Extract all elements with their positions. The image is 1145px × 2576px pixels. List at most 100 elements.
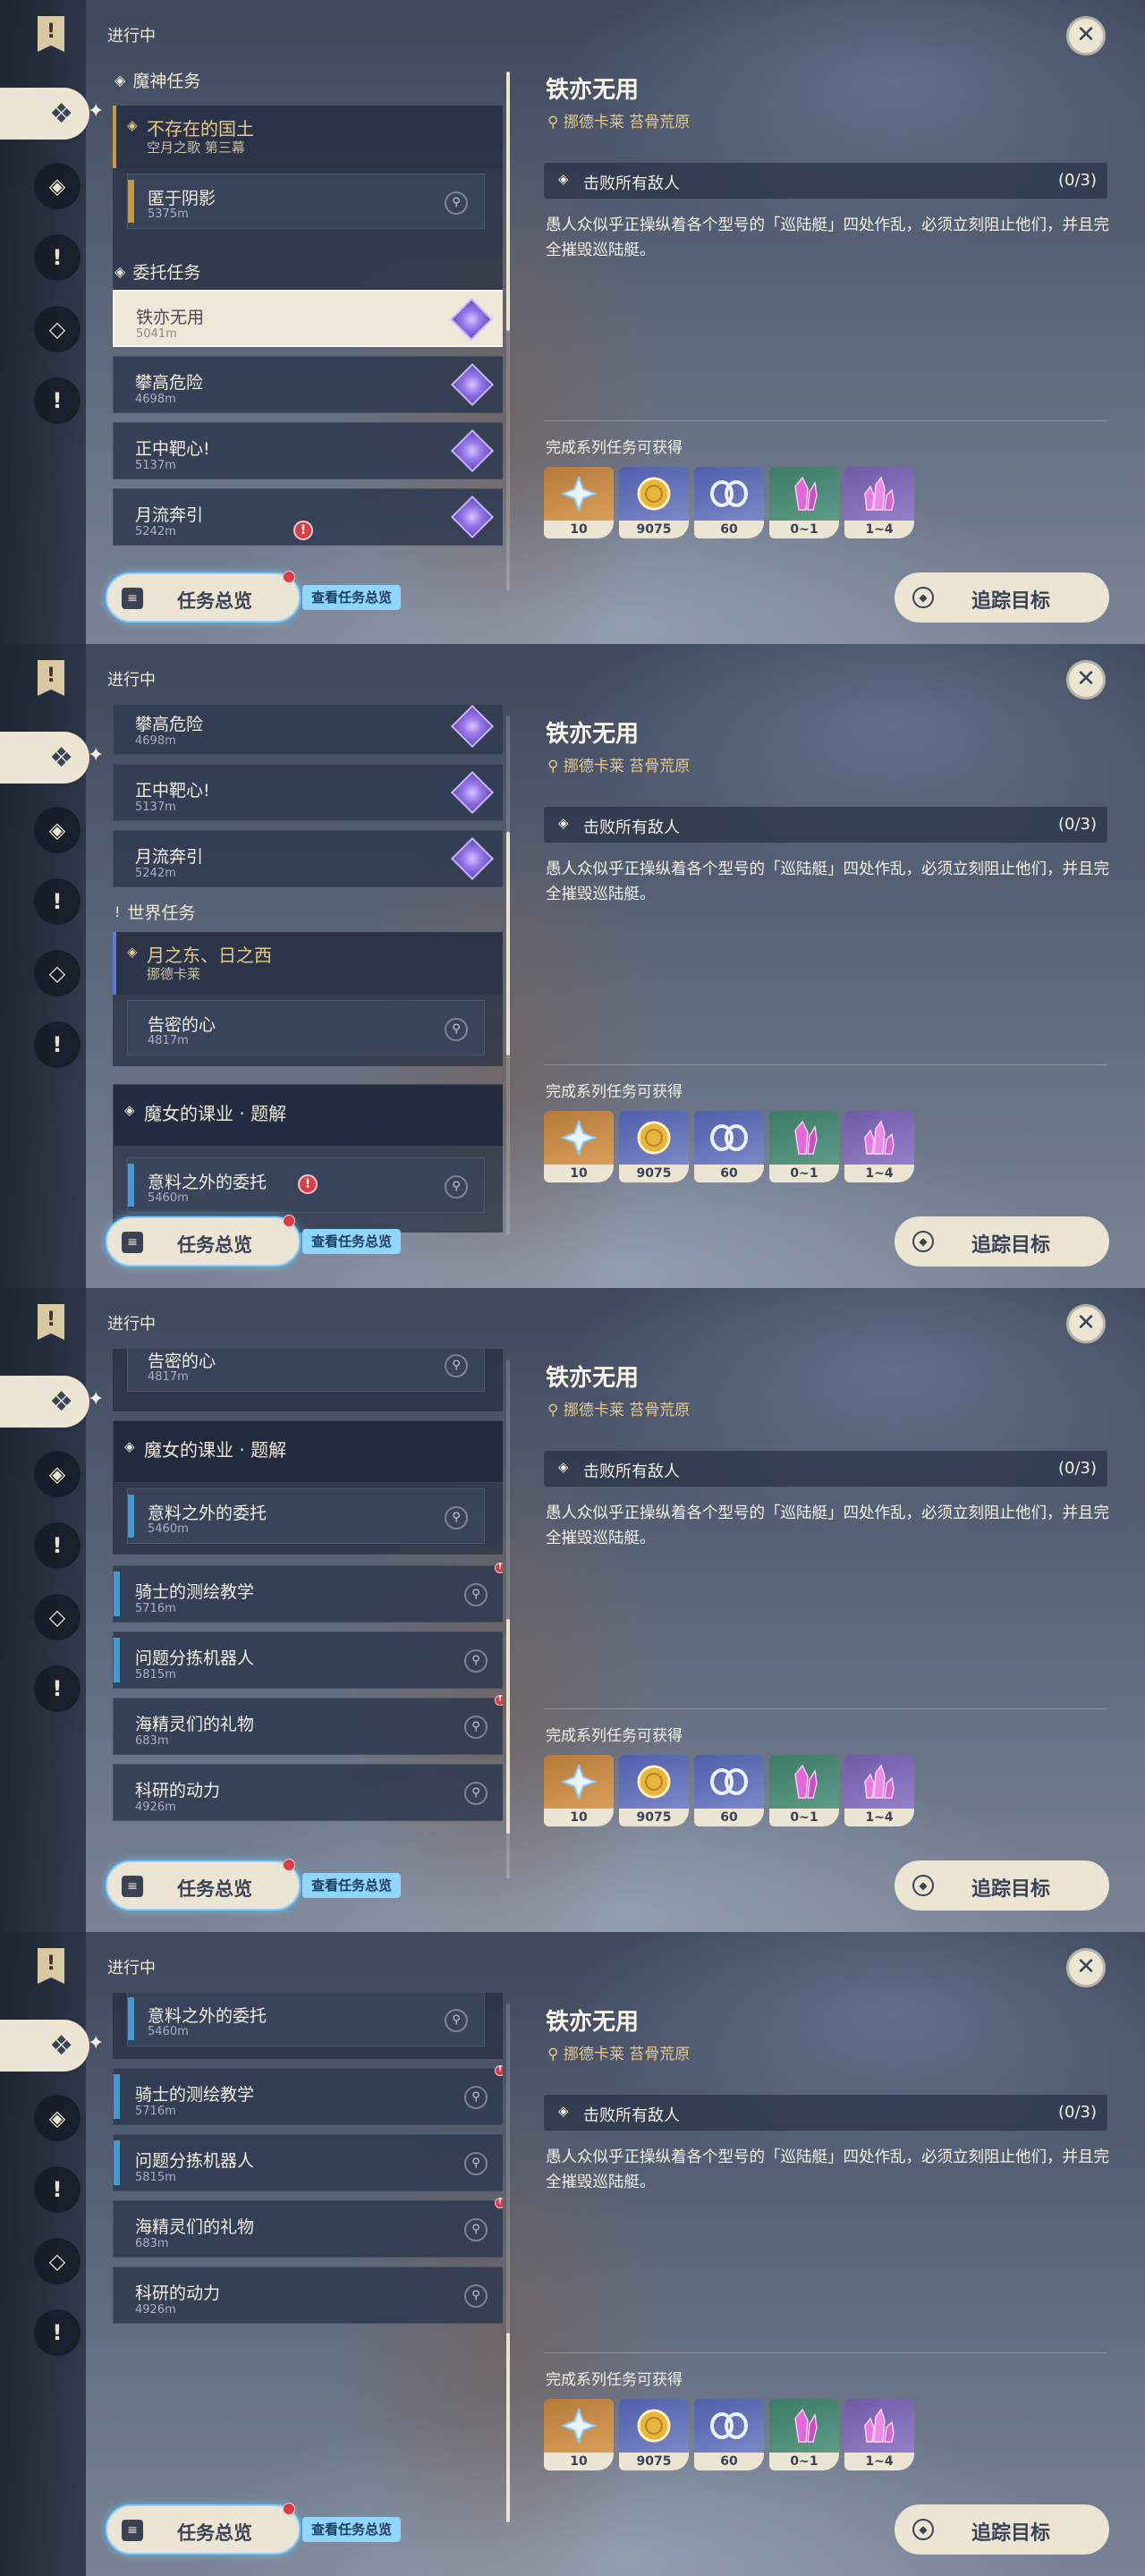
reward-primogem[interactable]: 10: [544, 2399, 614, 2470]
reward-crystal[interactable]: 0~1: [769, 2399, 839, 2470]
location-pin-icon[interactable]: ⚲: [445, 191, 468, 215]
world-quest-spirit[interactable]: 海精灵们的礼物 683m ⚲ !: [113, 2198, 503, 2258]
reward-crystal[interactable]: 0~1: [769, 1755, 839, 1826]
reward-mora[interactable]: 9075: [619, 1755, 689, 1826]
rail-archon-icon[interactable]: ◈: [34, 807, 81, 853]
reward-primogem[interactable]: 10: [544, 467, 614, 538]
quest-overview-button[interactable]: ≡ 任务总览: [106, 1859, 301, 1911]
quest-list[interactable]: 告密的心 4817m ⚲ ◈ 魔女的课业 · 题解 意料之外的委托 5460m …: [106, 1349, 503, 1877]
scroll-thumb[interactable]: [506, 2333, 510, 2522]
rail-archon-icon[interactable]: ◈: [34, 163, 81, 209]
world-quest-robot[interactable]: 问题分拣机器人 5815m ⚲: [113, 1631, 503, 1689]
reward-crystal-cluster[interactable]: 1~4: [844, 2399, 914, 2470]
reward-crystal[interactable]: 0~1: [769, 467, 839, 538]
rail-story-icon[interactable]: !: [34, 2166, 81, 2213]
close-button[interactable]: ✕: [1066, 660, 1106, 699]
scroll-thumb[interactable]: [506, 72, 510, 331]
chapter-chapter_world[interactable]: ◈ 月之东、日之西 挪德卡莱: [113, 932, 503, 995]
rail-commission-icon[interactable]: ◇: [34, 1594, 81, 1640]
reward-exp[interactable]: 60: [694, 1755, 764, 1826]
rail-world-icon[interactable]: !: [34, 2309, 81, 2356]
quest-list[interactable]: 攀高危险 4698m 正中靶心! 5137m 月流奔引 5242m ! 世界任务 …: [106, 705, 503, 1233]
chapter-chapter_archon[interactable]: ◈ 不存在的国土 空月之歌 第三幕: [113, 106, 503, 168]
quest-list[interactable]: 意料之外的委托 5460m ⚲ 骑士的测绘教学 5716m ⚲ ! 问题分拣机器…: [106, 1993, 503, 2521]
location-pin-icon[interactable]: ⚲: [445, 1018, 468, 1041]
sub-quest-hide[interactable]: 匿于阴影 5375m ⚲: [127, 174, 485, 229]
world-quest-spirit[interactable]: 海精灵们的礼物 683m ⚲ !: [113, 1695, 503, 1755]
bookmark-icon[interactable]: !: [38, 16, 64, 52]
scroll-thumb[interactable]: [506, 1619, 510, 1834]
rail-story-icon[interactable]: !: [34, 1522, 81, 1569]
rail-active-tab[interactable]: ❖: [0, 2020, 89, 2072]
commission-quest-climb[interactable]: 攀高危险 4698m: [113, 705, 503, 755]
track-target-button[interactable]: ◆ 追踪目标: [895, 1860, 1109, 1911]
rail-active-tab[interactable]: ❖: [0, 88, 89, 140]
reward-primogem[interactable]: 10: [544, 1111, 614, 1182]
location-pin-icon[interactable]: ⚲: [464, 2152, 488, 2175]
track-target-button[interactable]: ◆ 追踪目标: [895, 1216, 1109, 1267]
quest-overview-button[interactable]: ≡ 任务总览: [106, 2503, 301, 2555]
rail-world-icon[interactable]: !: [34, 1665, 81, 1712]
quest-list[interactable]: ◈ 魔神任务 ◈ 不存在的国土 空月之歌 第三幕 匿于阴影 5375m ⚲ ◈ 委托…: [106, 61, 503, 589]
sub-quest-unexpected[interactable]: 意料之外的委托 5460m ⚲ !: [127, 1157, 485, 1213]
reward-crystal-cluster[interactable]: 1~4: [844, 1755, 914, 1826]
bookmark-icon[interactable]: !: [38, 1304, 64, 1340]
location-pin-icon[interactable]: ⚲: [445, 2009, 468, 2032]
rail-active-tab[interactable]: ❖: [0, 732, 89, 784]
location-pin-icon[interactable]: ⚲: [464, 2218, 488, 2241]
sub-quest-secret[interactable]: 告密的心 4817m ⚲: [127, 1000, 485, 1055]
reward-mora[interactable]: 9075: [619, 1111, 689, 1182]
rail-commission-icon[interactable]: ◇: [34, 950, 81, 996]
bookmark-icon[interactable]: !: [38, 1948, 64, 1984]
sub-quest-unexpected[interactable]: 意料之外的委托 5460m ⚲: [127, 1488, 485, 1544]
reward-crystal-cluster[interactable]: 1~4: [844, 1111, 914, 1182]
reward-crystal-cluster[interactable]: 1~4: [844, 467, 914, 538]
quest-overview-button[interactable]: ≡ 任务总览: [106, 571, 301, 623]
reward-primogem[interactable]: 10: [544, 1755, 614, 1826]
sub-quest-secret[interactable]: 告密的心 4817m ⚲: [127, 1349, 485, 1392]
overview-hint-tag[interactable]: 查看任务总览: [302, 2517, 402, 2542]
reward-mora[interactable]: 9075: [619, 2399, 689, 2470]
scroll-thumb[interactable]: [506, 832, 510, 1055]
quest-group-witch[interactable]: ◈ 魔女的课业 · 题解: [113, 1420, 503, 1483]
location-pin-icon[interactable]: ⚲: [445, 1506, 468, 1530]
commission-quest-climb[interactable]: 攀高危险 4698m: [113, 356, 503, 413]
location-pin-icon[interactable]: ⚲: [464, 1583, 488, 1606]
overview-hint-tag[interactable]: 查看任务总览: [302, 585, 402, 610]
reward-mora[interactable]: 9075: [619, 467, 689, 538]
track-target-button[interactable]: ◆ 追踪目标: [895, 2504, 1109, 2555]
commission-quest-iron[interactable]: 铁亦无用 5041m: [113, 290, 503, 347]
close-button[interactable]: ✕: [1066, 1948, 1106, 1987]
commission-quest-bull[interactable]: 正中靶心! 5137m: [113, 764, 503, 821]
rail-archon-icon[interactable]: ◈: [34, 2095, 81, 2141]
location-pin-icon[interactable]: ⚲: [464, 1716, 488, 1739]
rail-world-icon[interactable]: !: [34, 377, 81, 424]
quest-overview-button[interactable]: ≡ 任务总览: [106, 1215, 301, 1267]
overview-hint-tag[interactable]: 查看任务总览: [302, 1873, 402, 1898]
close-button[interactable]: ✕: [1066, 16, 1106, 55]
world-quest-research[interactable]: 科研的动力 4926m ⚲: [113, 2267, 503, 2324]
rail-story-icon[interactable]: !: [34, 234, 81, 281]
location-pin-icon[interactable]: ⚲: [445, 1175, 468, 1199]
sub-quest-unexpected[interactable]: 意料之外的委托 5460m ⚲: [127, 1993, 485, 2046]
rail-story-icon[interactable]: !: [34, 878, 81, 925]
overview-hint-tag[interactable]: 查看任务总览: [302, 1229, 402, 1254]
location-pin-icon[interactable]: ⚲: [464, 1649, 488, 1673]
quest-group-witch[interactable]: ◈ 魔女的课业 · 题解: [113, 1084, 503, 1147]
location-pin-icon[interactable]: ⚲: [445, 1354, 468, 1377]
rail-world-icon[interactable]: !: [34, 1021, 81, 1068]
bookmark-icon[interactable]: !: [38, 660, 64, 696]
reward-exp[interactable]: 60: [694, 2399, 764, 2470]
world-quest-knight[interactable]: 骑士的测绘教学 5716m ⚲ !: [113, 1563, 503, 1623]
reward-exp[interactable]: 60: [694, 467, 764, 538]
commission-quest-moon[interactable]: 月流奔引 5242m: [113, 830, 503, 887]
reward-exp[interactable]: 60: [694, 1111, 764, 1182]
commission-quest-bull[interactable]: 正中靶心! 5137m: [113, 422, 503, 479]
location-pin-icon[interactable]: ⚲: [464, 1782, 488, 1805]
location-pin-icon[interactable]: ⚲: [464, 2086, 488, 2109]
track-target-button[interactable]: ◆ 追踪目标: [895, 572, 1109, 623]
reward-crystal[interactable]: 0~1: [769, 1111, 839, 1182]
location-pin-icon[interactable]: ⚲: [464, 2284, 488, 2308]
rail-active-tab[interactable]: ❖: [0, 1376, 89, 1428]
rail-commission-icon[interactable]: ◇: [34, 306, 81, 352]
